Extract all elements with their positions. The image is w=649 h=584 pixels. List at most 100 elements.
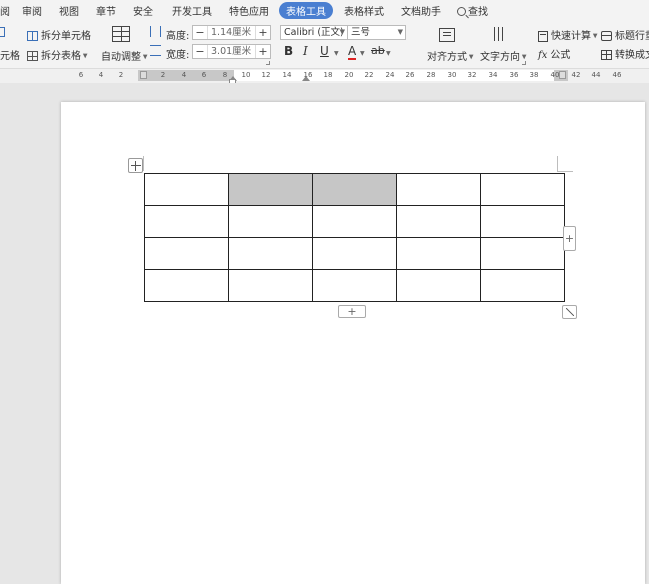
menu-item-view[interactable]: 视图 — [59, 3, 79, 18]
title-row-icon — [601, 31, 612, 41]
highlight-button[interactable]: ab — [371, 44, 385, 57]
table-cell[interactable] — [144, 205, 229, 238]
ruler-tick: 10 — [241, 71, 251, 79]
horizontal-ruler[interactable]: 6 4 2 2 4 6 8 10 12 14 16 18 20 22 24 26… — [0, 69, 649, 85]
font-name-select[interactable]: Calibri (正文) ▼ — [280, 25, 348, 40]
ruler-tick: 4 — [181, 71, 187, 79]
menu-item-security[interactable]: 安全 — [133, 3, 153, 18]
add-column-button[interactable]: + — [563, 226, 576, 251]
ruler-tick: 2 — [160, 71, 166, 79]
table-cell[interactable] — [396, 269, 481, 302]
font-color-button[interactable]: A — [348, 44, 357, 60]
table-cell[interactable] — [396, 237, 481, 270]
table-cell[interactable] — [144, 269, 229, 302]
table-cell[interactable] — [312, 237, 397, 270]
chevron-down-icon[interactable]: ▼ — [360, 50, 365, 57]
split-table-button[interactable]: 拆分表格 ▼ — [27, 47, 88, 62]
bold-button[interactable]: B — [284, 44, 293, 58]
convert-to-text-button[interactable]: 转换成文 — [601, 46, 649, 61]
underline-button[interactable]: U — [320, 44, 329, 58]
menu-item-table-style[interactable]: 表格样式 — [344, 3, 384, 18]
resize-icon — [566, 308, 574, 316]
move-icon — [131, 161, 141, 171]
add-row-button[interactable]: + — [338, 305, 366, 318]
table-cell[interactable] — [396, 205, 481, 238]
quick-calc-button[interactable]: 快速计算 ▼ — [538, 27, 598, 42]
split-cells-button[interactable]: 拆分单元格 — [27, 27, 91, 42]
left-margin-marker[interactable] — [140, 71, 147, 79]
chevron-down-icon[interactable]: ▼ — [334, 50, 339, 57]
ruler-tick: 8 — [222, 71, 228, 79]
chevron-down-icon: ▼ — [397, 28, 403, 36]
table-cell[interactable] — [228, 237, 313, 270]
formula-icon: fx — [538, 50, 548, 61]
ruler-tick: 18 — [323, 71, 333, 79]
width-increase-button[interactable]: + — [256, 45, 270, 58]
align-label: 对齐方式 — [427, 52, 467, 63]
menu-item-doc-assistant[interactable]: 文档助手 — [401, 3, 441, 18]
text-direction-label: 文字方向 — [480, 52, 520, 63]
dialog-launcher-icon[interactable] — [266, 61, 270, 65]
table-cell[interactable] — [312, 269, 397, 302]
height-increase-button[interactable]: + — [256, 26, 270, 39]
table-cell[interactable] — [480, 205, 565, 238]
auto-adjust-button[interactable]: 自动调整 ▼ — [101, 48, 148, 63]
split-cells-icon — [27, 31, 38, 41]
ruler-tick: 38 — [529, 71, 539, 79]
search-button[interactable]: 查找 — [457, 3, 488, 18]
margin-mark — [557, 171, 573, 172]
menu-item-read[interactable]: 阅 — [0, 3, 10, 18]
merge-cells-button[interactable]: 元格 — [0, 47, 20, 62]
dialog-launcher-icon[interactable] — [522, 61, 526, 65]
table-cell[interactable] — [396, 173, 481, 206]
table-cell[interactable] — [144, 173, 229, 206]
width-input[interactable]: 3.01厘米 — [207, 45, 256, 58]
menu-item-chapter[interactable]: 章节 — [96, 3, 116, 18]
ruler-tick: 14 — [282, 71, 292, 79]
height-input[interactable]: 1.14厘米 — [207, 26, 256, 39]
table-cell-selected[interactable] — [312, 173, 397, 206]
font-size-select[interactable]: 三号 ▼ — [347, 25, 406, 40]
table-cell[interactable] — [480, 269, 565, 302]
title-row-repeat-button[interactable]: 标题行重 — [601, 27, 649, 42]
ruler-tick: 30 — [447, 71, 457, 79]
table-cell-selected[interactable] — [228, 173, 313, 206]
chevron-down-icon: ▼ — [467, 53, 474, 61]
document-table[interactable] — [144, 173, 565, 302]
menu-item-review[interactable]: 审阅 — [22, 3, 42, 18]
width-stepper[interactable]: − 3.01厘米 + — [192, 44, 271, 59]
ruler-tick: 6 — [78, 71, 84, 79]
formula-button[interactable]: fx 公式 — [538, 46, 570, 61]
ruler-tick: 26 — [405, 71, 415, 79]
table-cell[interactable] — [480, 173, 565, 206]
table-cell[interactable] — [144, 237, 229, 270]
tab-table-tools[interactable]: 表格工具 — [279, 2, 333, 19]
ruler-tick: 44 — [591, 71, 601, 79]
right-margin-marker[interactable] — [559, 71, 566, 79]
align-button[interactable]: 对齐方式 ▼ — [427, 48, 474, 63]
height-icon — [150, 26, 161, 38]
menu-item-dev-tools[interactable]: 开发工具 — [172, 3, 212, 18]
chevron-down-icon[interactable]: ▼ — [386, 50, 391, 57]
table-cell[interactable] — [228, 269, 313, 302]
height-label: 高度: — [166, 31, 190, 42]
height-stepper[interactable]: − 1.14厘米 + — [192, 25, 271, 40]
menu-item-special-apps[interactable]: 特色应用 — [229, 3, 269, 18]
split-cells-label: 拆分单元格 — [41, 31, 91, 42]
ruler-tick: 20 — [344, 71, 354, 79]
merge-cells-icon — [0, 27, 5, 38]
table-cell[interactable] — [228, 205, 313, 238]
width-decrease-button[interactable]: − — [193, 45, 207, 58]
table-resize-handle[interactable] — [562, 305, 577, 319]
ruler-tick: 40 — [550, 71, 560, 79]
table-cell[interactable] — [312, 205, 397, 238]
text-direction-icon — [491, 26, 507, 42]
ruler-tick: 28 — [426, 71, 436, 79]
document-area[interactable] — [0, 83, 649, 584]
table-move-handle[interactable] — [128, 158, 143, 173]
text-direction-button[interactable]: 文字方向 ▼ — [480, 48, 527, 63]
italic-button[interactable]: I — [303, 44, 308, 58]
height-decrease-button[interactable]: − — [193, 26, 207, 39]
table-cell[interactable] — [480, 237, 565, 270]
menu-bar: 阅 审阅 视图 章节 安全 开发工具 特色应用 表格工具 表格样式 文档助手 查… — [0, 0, 649, 19]
